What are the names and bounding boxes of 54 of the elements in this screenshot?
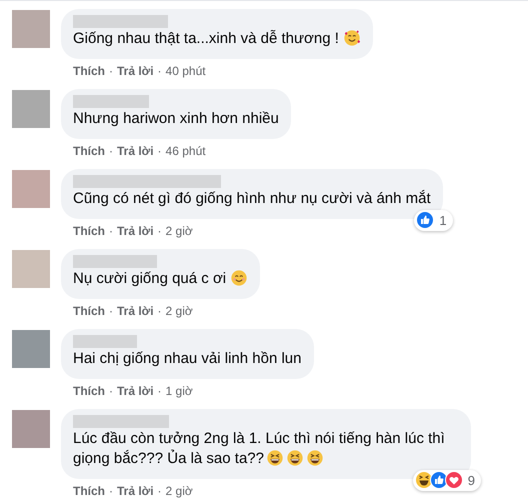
separator-dot: ·: [108, 63, 114, 79]
timestamp[interactable]: 2 giờ: [166, 483, 193, 499]
like-link[interactable]: Thích: [73, 63, 105, 79]
separator-dot: ·: [156, 223, 163, 239]
like-link[interactable]: Thích: [73, 483, 105, 499]
reaction-badge[interactable]: 1: [414, 210, 453, 231]
smiling-face-with-hearts-icon: [342, 29, 361, 47]
comment-text: Nụ cười giống quá c ơi: [73, 269, 248, 289]
grinning-squinting-face-icon: [266, 449, 284, 467]
avatar[interactable]: [12, 250, 50, 288]
separator-dot: ·: [108, 303, 114, 319]
comment-text: Lúc đầu còn tưởng 2ng là 1. Lúc thì nói tiếng hàn lúc thì giọng bắc??? Ủa là sao ta??: [73, 429, 446, 469]
grinning-squinting-face-icon: [306, 449, 324, 467]
reaction-badge[interactable]: 9: [412, 470, 481, 491]
separator-dot: ·: [156, 303, 163, 319]
avatar[interactable]: [12, 10, 50, 48]
heart-reaction-icon: [444, 471, 463, 490]
separator-dot: ·: [108, 483, 114, 499]
timestamp[interactable]: 2 giờ: [166, 303, 193, 319]
comment-text: Nhưng hariwon xinh hơn nhiều: [73, 109, 279, 129]
grinning-squinting-face-icon: [286, 449, 304, 467]
reaction-count: 1: [439, 212, 447, 230]
reply-link[interactable]: Trả lời: [117, 223, 154, 239]
comment-text: Giống nhau thật ta...xinh và dễ thương !: [73, 29, 361, 49]
like-link[interactable]: Thích: [73, 383, 105, 399]
like-link[interactable]: Thích: [73, 143, 105, 159]
reaction-count: 9: [468, 472, 475, 490]
avatar[interactable]: [12, 90, 50, 128]
timestamp[interactable]: 2 giờ: [166, 223, 193, 239]
timestamp[interactable]: 46 phút: [166, 143, 206, 159]
separator-dot: ·: [108, 143, 114, 159]
timestamp[interactable]: 40 phút: [166, 63, 206, 79]
separator-dot: ·: [108, 223, 114, 239]
comment-text: Hai chị giống nhau vải linh hồn lun: [73, 349, 302, 369]
comment-text: Cũng có nét gì đó giống hình như nụ cười và ánh mắt: [73, 189, 431, 209]
redacted-name: [73, 335, 137, 348]
reply-link[interactable]: Trả lời: [117, 483, 154, 499]
separator-dot: ·: [156, 383, 163, 399]
like-link[interactable]: Thích: [73, 303, 105, 319]
reply-link[interactable]: Trả lời: [117, 303, 154, 319]
separator-dot: ·: [156, 63, 163, 79]
smiling-face-icon: [230, 269, 248, 287]
reply-link[interactable]: Trả lời: [117, 383, 154, 399]
separator-dot: ·: [108, 383, 114, 399]
reply-link[interactable]: Trả lời: [117, 63, 154, 79]
timestamp[interactable]: 1 giờ: [166, 383, 193, 399]
separator-dot: ·: [156, 143, 163, 159]
reply-link[interactable]: Trả lời: [117, 143, 154, 159]
avatar[interactable]: [12, 410, 50, 448]
like-link[interactable]: Thích: [73, 223, 105, 239]
avatar[interactable]: [12, 170, 50, 208]
avatar[interactable]: [12, 330, 50, 368]
separator-dot: ·: [156, 483, 163, 499]
like-reaction-icon: [416, 211, 434, 230]
